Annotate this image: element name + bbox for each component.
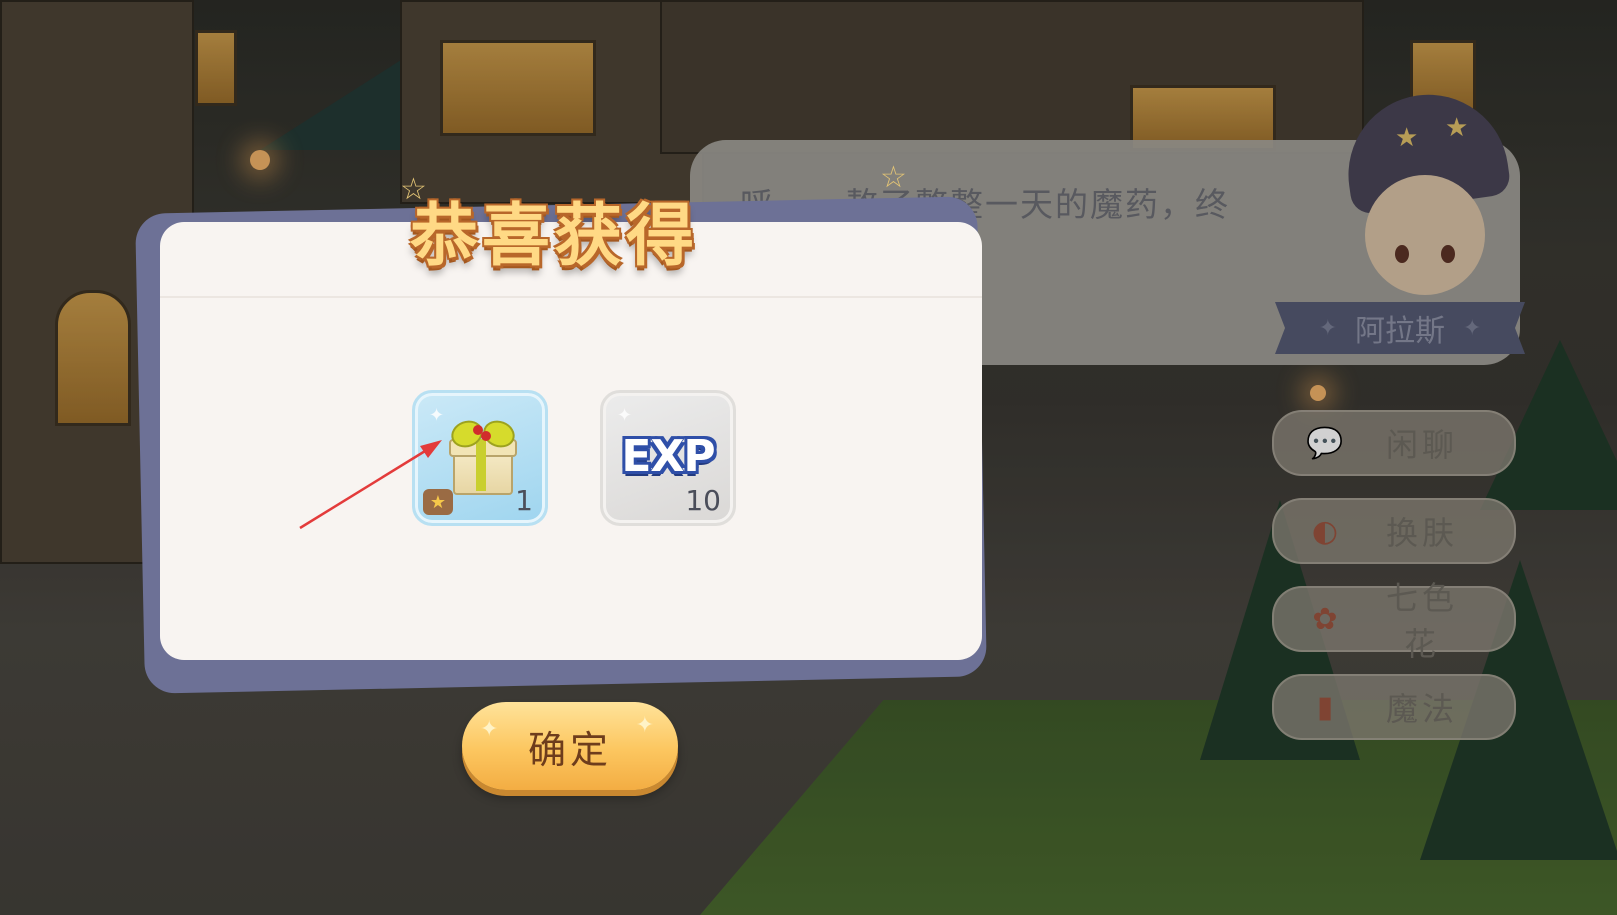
exp-icon: EXP <box>615 431 721 482</box>
sparkle-icon: ✦ <box>480 716 503 741</box>
sparkle-icon: ✦ <box>635 712 658 737</box>
item-count: 10 <box>685 484 721 517</box>
reward-item-gift-box[interactable]: ✦ ★ 1 <box>412 390 548 526</box>
berry-decoration <box>481 431 491 441</box>
reward-item-exp[interactable]: ✦ EXP 10 <box>600 390 736 526</box>
popup-title: 恭喜获得 <box>410 197 699 276</box>
sparkle-icon: ✦ <box>617 405 633 426</box>
reward-popup <box>160 222 982 660</box>
star-badge-icon: ★ <box>423 489 453 515</box>
confirm-button-label: 确定 <box>527 729 612 772</box>
star-icon: ☆ <box>880 160 907 195</box>
sparkle-icon: ✦ <box>429 405 445 426</box>
item-count: 1 <box>515 484 533 517</box>
gift-ribbon <box>476 439 486 491</box>
confirm-button[interactable]: ✦ ✦ 确定 <box>462 702 678 790</box>
gift-box-icon <box>447 416 519 495</box>
